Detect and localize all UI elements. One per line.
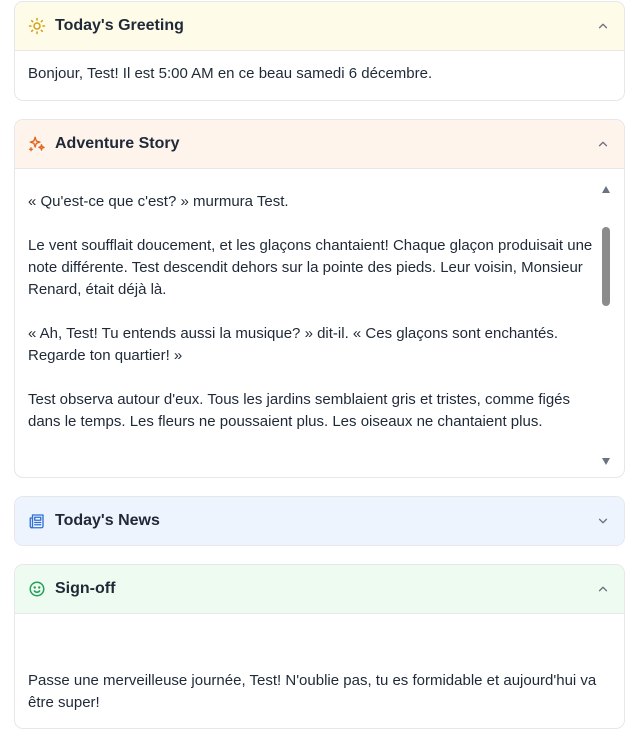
signoff-card-header[interactable]: Sign-off (15, 565, 624, 614)
news-card: Today's News (14, 496, 625, 546)
newspaper-icon (28, 512, 46, 530)
story-paragraph: Le vent soufflait doucement, et les glaç… (28, 237, 593, 298)
greeting-text: Bonjour, Test! Il est 5:00 AM en ce beau… (28, 65, 433, 82)
chevron-down-icon[interactable] (596, 514, 610, 528)
adventure-story-card-header[interactable]: Adventure Story (15, 120, 624, 169)
smile-icon (28, 580, 46, 598)
sun-icon (28, 17, 46, 35)
story-paragraph: « Ah, Test! Tu entends aussi la musique?… (28, 325, 559, 364)
chevron-up-icon[interactable] (596, 582, 610, 596)
greeting-card-title: Today's Greeting (55, 17, 184, 34)
adventure-story-card-title: Adventure Story (55, 135, 180, 152)
greeting-card: Today's Greeting Bonjour, Test! Il est 5… (14, 1, 625, 101)
scroll-down-arrow-icon[interactable] (602, 458, 610, 465)
scroll-up-arrow-icon[interactable] (602, 186, 610, 193)
scrollbar-thumb[interactable] (602, 227, 610, 306)
story-paragraph: « Qu'est-ce que c'est? » murmura Test. (28, 193, 289, 210)
news-card-title: Today's News (55, 512, 160, 529)
sparkles-icon (28, 135, 46, 153)
news-card-header[interactable]: Today's News (15, 497, 624, 545)
chevron-up-icon[interactable] (596, 137, 610, 151)
signoff-card-title: Sign-off (55, 580, 116, 597)
greeting-card-header[interactable]: Today's Greeting (15, 2, 624, 51)
signoff-card: Sign-off Passe une merveilleuse journée,… (14, 564, 625, 729)
signoff-text: Passe une merveilleuse journée, Test! N'… (28, 672, 597, 711)
story-scrollbar[interactable] (600, 181, 612, 465)
story-scroll-area[interactable]: « Qu'est-ce que c'est? » murmura Test. L… (15, 169, 624, 477)
story-paragraph: Test observa autour d'eux. Tous les jard… (28, 391, 570, 430)
chevron-up-icon[interactable] (596, 19, 610, 33)
story-text: « Qu'est-ce que c'est? » murmura Test. L… (15, 169, 624, 433)
adventure-story-card: Adventure Story « Qu'est-ce que c'est? »… (14, 119, 625, 478)
